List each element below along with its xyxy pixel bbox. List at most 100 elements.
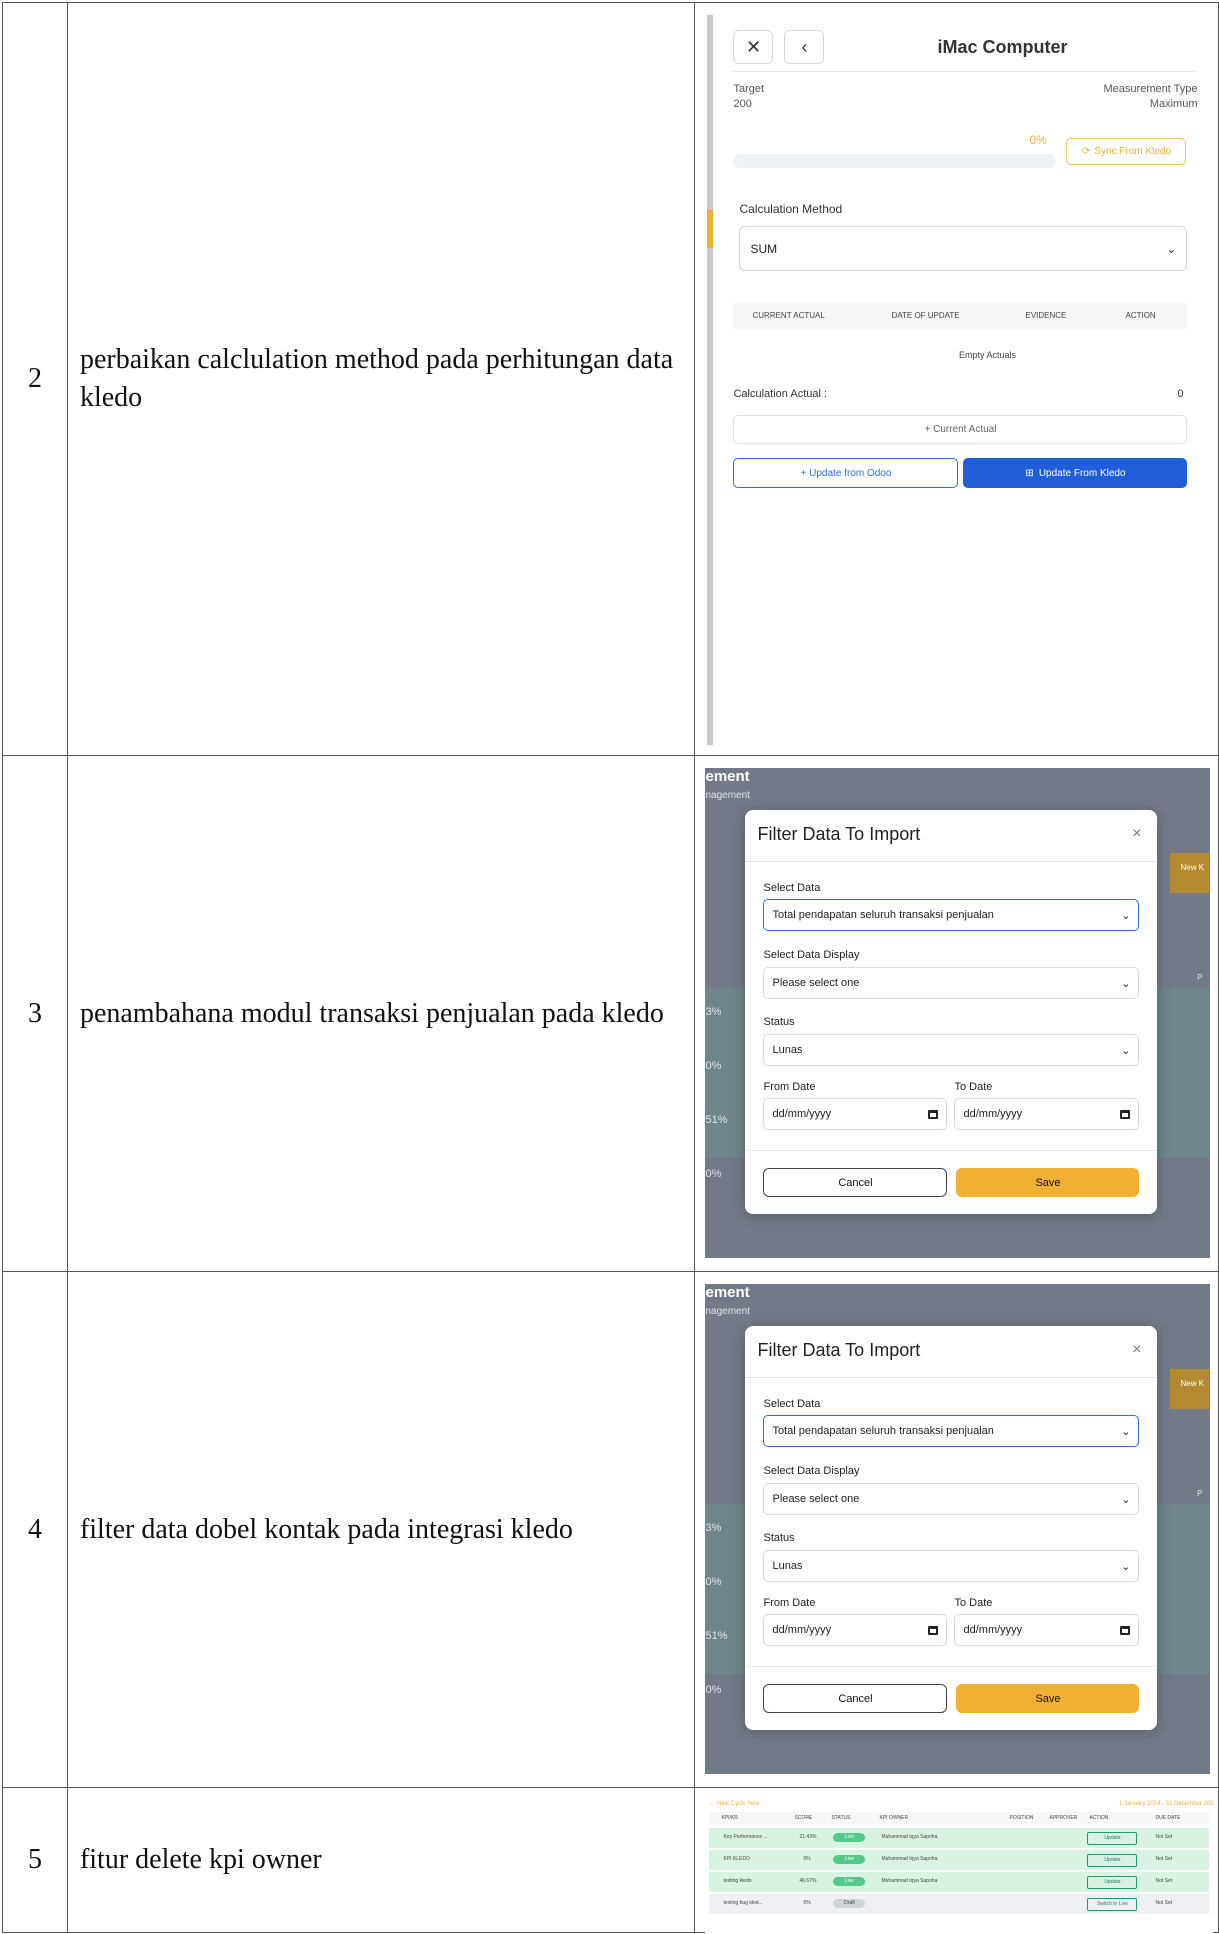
target-value: 200	[733, 98, 752, 110]
from-date-input[interactable]: dd/mm/yyyy	[763, 1614, 948, 1646]
status-label: Status	[763, 1532, 795, 1544]
progress-percent: 0%	[1029, 133, 1047, 147]
table-row[interactable]: KPI KLEDO 0% Live Muhammad Iqya Sapoha U…	[709, 1850, 1210, 1870]
close-icon[interactable]: ✕	[733, 30, 774, 64]
to-date-input[interactable]: dd/mm/yyyy	[954, 1098, 1140, 1130]
calendar-icon	[1120, 1625, 1131, 1635]
divider	[745, 861, 1158, 862]
bg-title: ement	[705, 768, 750, 785]
table-row[interactable]: Key Performance ... 21.43% Live Muhammad…	[709, 1828, 1210, 1848]
bg-percent: 0%	[705, 1576, 722, 1588]
update-button[interactable]: Update	[1087, 1876, 1138, 1889]
edge-accent	[707, 210, 714, 248]
row-description: penambahana modul transaksi penjualan pa…	[66, 755, 696, 1272]
cancel-button[interactable]: Cancel	[763, 1684, 948, 1713]
save-button[interactable]: Save	[956, 1684, 1140, 1713]
bg-new-button: New K	[1170, 1369, 1211, 1409]
bg-title: ement	[705, 1284, 750, 1301]
to-date-input[interactable]: dd/mm/yyyy	[954, 1614, 1140, 1646]
col-header: STATUS	[831, 1815, 851, 1821]
divider	[745, 1377, 1158, 1378]
new-cycle-link[interactable]: ← New Cycle here	[709, 1801, 759, 1807]
divider	[745, 1666, 1158, 1667]
update-kledo-button[interactable]: ⊞ Update From Kledo	[963, 458, 1188, 488]
modal-title: Filter Data To Import	[757, 1340, 921, 1360]
close-icon[interactable]: ×	[1132, 825, 1141, 843]
col-header: ACTION	[1125, 311, 1156, 320]
select-data-select[interactable]: Total pendapatan seluruh transaksi penju…	[763, 899, 1140, 931]
sync-kledo-button[interactable]: ⟳ Sync From Kledo	[1066, 138, 1187, 165]
screenshot-cell: ement nagement New K P 3% 0% 51% 0% Filt…	[694, 755, 1219, 1272]
row-description: fitur delete kpi owner	[66, 1787, 696, 1933]
col-header: KPI OWNER	[879, 1815, 909, 1821]
bg-percent: 0%	[705, 1684, 722, 1696]
bg-percent: 3%	[705, 1006, 722, 1018]
divider	[733, 71, 1198, 72]
table-row[interactable]: testing bug kled... 0% Draft Switch to L…	[709, 1894, 1210, 1914]
empty-actuals: Empty Actuals	[958, 350, 1016, 360]
save-button[interactable]: Save	[956, 1168, 1140, 1197]
status-select[interactable]: Lunas ⌄	[763, 1034, 1140, 1066]
calc-method-label: Calculation Method	[739, 202, 843, 216]
row-number: 4	[2, 1271, 68, 1788]
chevron-down-icon: ⌄	[1166, 241, 1177, 256]
scroll-edge	[707, 15, 714, 745]
modal-overlay: ement nagement New K P 3% 0% 51% 0% Filt…	[705, 768, 1211, 1258]
bg-label: P	[1197, 973, 1203, 982]
col-header: CURRENT ACTUAL	[752, 311, 825, 320]
calc-actual-value: 0	[1177, 388, 1184, 400]
display-select[interactable]: Please select one ⌄	[763, 967, 1140, 999]
filter-modal: Filter Data To Import × Select Data Tota…	[745, 810, 1158, 1214]
col-header: ACTION	[1089, 1815, 1109, 1821]
screenshot-cell: ement nagement New K P 3% 0% 51% 0% Filt…	[694, 1271, 1219, 1788]
display-select[interactable]: Please select one ⌄	[763, 1483, 1140, 1515]
status-label: Status	[763, 1016, 795, 1028]
cancel-button[interactable]: Cancel	[763, 1168, 948, 1197]
status-select[interactable]: Lunas ⌄	[763, 1550, 1140, 1582]
chevron-down-icon: ⌄	[1121, 1044, 1131, 1057]
sync-icon: ⟳	[1081, 146, 1091, 157]
to-date-label: To Date	[954, 1081, 993, 1093]
bg-label: P	[1197, 1489, 1203, 1498]
document-table: 2 perbaikan calclulation method pada per…	[2, 2, 1219, 1934]
close-icon[interactable]: ×	[1132, 1341, 1141, 1359]
chevron-down-icon: ⌄	[1121, 1560, 1131, 1573]
bg-subtitle: nagement	[705, 790, 750, 801]
update-button[interactable]: Update	[1087, 1854, 1138, 1867]
col-header: KPI/KR	[721, 1815, 738, 1821]
bg-subtitle: nagement	[705, 1306, 750, 1317]
progress-bar	[733, 154, 1057, 168]
update-odoo-button[interactable]: + Update from Odoo	[733, 458, 959, 488]
calc-method-select[interactable]: SUM ⌄	[739, 226, 1188, 271]
screenshot-cell: ← New Cycle here 1 January 2024 - 31 Dec…	[694, 1787, 1219, 1934]
table-row[interactable]: testing kledo 46.67% Live Muhammad Iqya …	[709, 1872, 1210, 1892]
display-label: Select Data Display	[763, 949, 860, 961]
row-number: 3	[2, 755, 68, 1272]
modal-title: Filter Data To Import	[757, 824, 921, 844]
row-number: 2	[2, 2, 68, 756]
row-number: 5	[2, 1787, 68, 1933]
chevron-down-icon: ⌄	[1121, 1493, 1131, 1506]
kpi-header-row: KPI/KR SCORE STATUS KPI OWNER POSITION A…	[709, 1812, 1210, 1824]
col-header: SCORE	[794, 1815, 813, 1821]
select-data-label: Select Data	[763, 1398, 821, 1410]
calc-actual-label: Calculation Actual :	[733, 388, 828, 400]
display-label: Select Data Display	[763, 1465, 860, 1477]
status-badge: Draft	[833, 1899, 866, 1908]
row-description: filter data dobel kontak pada integrasi …	[66, 1271, 696, 1788]
grid-icon: ⊞	[1025, 467, 1034, 479]
select-data-select[interactable]: Total pendapatan seluruh transaksi penju…	[763, 1415, 1140, 1447]
bg-percent: 51%	[705, 1114, 728, 1126]
screenshot-cell: ✕ ‹ iMac Computer Target 200 Measurement…	[694, 2, 1219, 756]
row-description: perbaikan calclulation method pada perhi…	[66, 2, 696, 756]
switch-live-button[interactable]: Switch to Live	[1087, 1898, 1138, 1911]
update-button[interactable]: Update	[1087, 1832, 1138, 1845]
kpi-detail-panel: ✕ ‹ iMac Computer Target 200 Measurement…	[707, 15, 1198, 745]
status-badge: Live	[833, 1877, 866, 1886]
modal-overlay: ement nagement New K P 3% 0% 51% 0% Filt…	[705, 1284, 1211, 1774]
bg-percent: 0%	[705, 1168, 722, 1180]
back-icon[interactable]: ‹	[784, 30, 825, 64]
from-date-input[interactable]: dd/mm/yyyy	[763, 1098, 948, 1130]
filter-modal: Filter Data To Import × Select Data Tota…	[745, 1326, 1158, 1730]
add-current-actual-button[interactable]: + Current Actual	[733, 415, 1188, 444]
